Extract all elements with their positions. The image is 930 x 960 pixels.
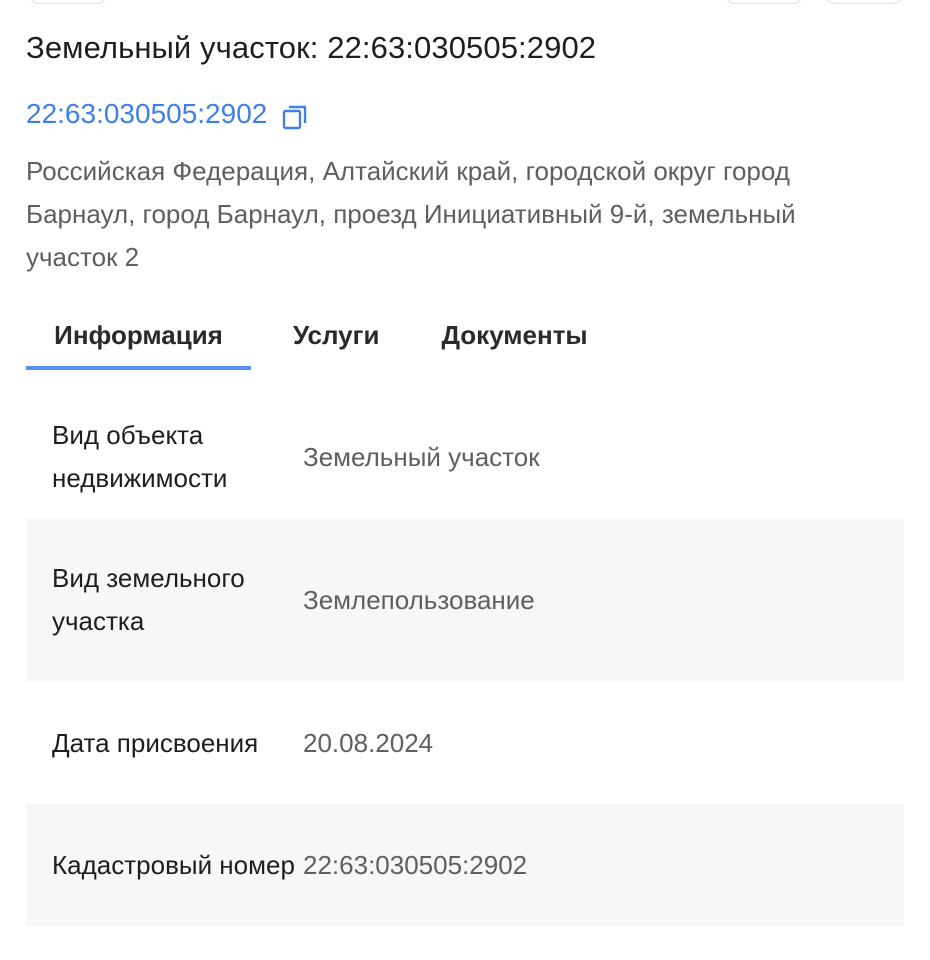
cadastral-number-link[interactable]: 22:63:030505:2902 — [26, 98, 267, 130]
info-row-value: Землепользование — [303, 584, 535, 615]
top-button-left[interactable] — [30, 0, 106, 4]
info-row-land-type: Вид земельного участка Землепользование — [26, 518, 904, 682]
info-row-key: Вид объекта недвижимости — [52, 420, 228, 493]
top-button-right[interactable] — [826, 0, 902, 4]
info-row-key: Дата присвоения — [52, 727, 259, 758]
tab-services[interactable]: Услуги — [293, 300, 379, 370]
info-row-value: 20.08.2024 — [303, 727, 434, 758]
page-title: Земельный участок: 22:63:030505:2902 — [26, 30, 597, 65]
info-row-assignment-date: Дата присвоения 20.08.2024 — [26, 682, 904, 804]
copy-icon[interactable] — [281, 103, 309, 131]
top-button-middle[interactable] — [726, 0, 802, 4]
tab-documents[interactable]: Документы — [441, 300, 587, 370]
cadastral-number-row: 22:63:030505:2902 — [26, 94, 309, 134]
info-row-value: 22:63:030505:2902 — [303, 849, 528, 880]
top-toolbar-remnant — [0, 0, 930, 4]
tab-information[interactable]: Информация — [26, 300, 251, 370]
info-row-object-type: Вид объекта недвижимости Земельный участ… — [26, 396, 904, 518]
tab-bar: Информация Услуги Документы — [26, 300, 588, 372]
property-address: Российская Федерация, Алтайский край, го… — [26, 156, 796, 272]
info-table: Вид объекта недвижимости Земельный участ… — [26, 396, 904, 926]
info-row-key: Вид земельного участка — [52, 563, 245, 636]
info-row-value: Земельный участок — [303, 441, 540, 472]
info-row-key: Кадастровый номер — [52, 849, 295, 880]
info-row-cadastral-number: Кадастровый номер 22:63:030505:2902 — [26, 804, 904, 926]
